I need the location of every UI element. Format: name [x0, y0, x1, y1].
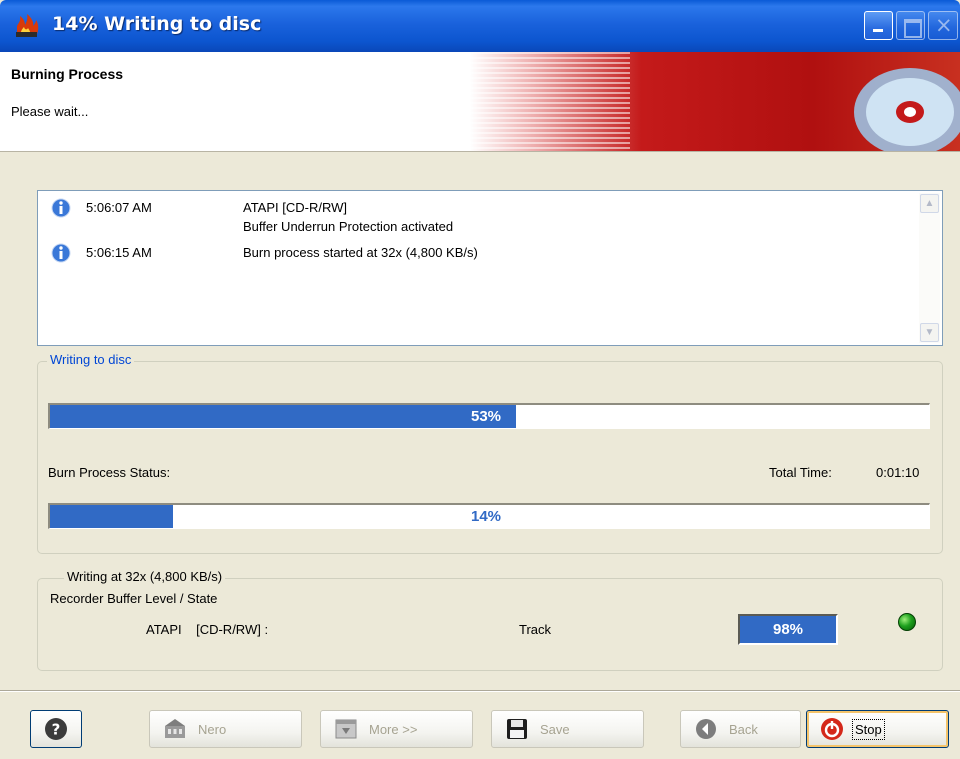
overall-progress-text: 14%: [471, 508, 502, 525]
back-button[interactable]: Back: [680, 710, 801, 748]
save-button[interactable]: Save: [491, 710, 644, 748]
svg-text:?: ?: [52, 721, 61, 739]
back-button-label: Back: [729, 721, 758, 737]
overall-progress-fill: [50, 505, 174, 528]
window-title: 14% Writing to disc: [52, 13, 262, 35]
back-arrow-icon: [696, 719, 716, 739]
nero-flame-icon: [16, 14, 39, 37]
maximize-button[interactable]: [896, 11, 925, 40]
chevron-down-icon: ▼: [924, 327, 935, 338]
stop-button[interactable]: Stop: [806, 710, 949, 748]
list-item[interactable]: 5:06:15 AM Burn process started at 32x (…: [50, 242, 478, 263]
event-log-list[interactable]: 5:06:07 AM ATAPI [CD-R/RW] Buffer Underr…: [37, 190, 943, 346]
track-progress-bar: 53%: [48, 403, 930, 429]
more-button-label: More >>: [369, 721, 418, 737]
scroll-down-button[interactable]: ▼: [920, 323, 939, 342]
title-bar[interactable]: 14% Writing to disc ×: [0, 0, 960, 52]
help-button[interactable]: ?: [30, 710, 82, 748]
info-icon: [51, 243, 71, 263]
more-options-icon: [335, 719, 357, 739]
log-message: Burn process started at 32x (4,800 KB/s): [243, 245, 478, 260]
track-progress-fill: [50, 405, 516, 428]
total-time-label: Total Time:: [769, 465, 832, 480]
close-button[interactable]: ×: [928, 11, 958, 40]
log-detail: Buffer Underrun Protection activated: [243, 219, 454, 234]
more-button[interactable]: More >>: [320, 710, 473, 748]
help-icon: ?: [45, 718, 67, 740]
track-progress-text: 53%: [471, 408, 502, 425]
close-icon: ×: [935, 13, 953, 37]
log-time: 5:06:07 AM: [86, 200, 152, 215]
log-time: 5:06:15 AM: [86, 245, 152, 260]
wizard-header: Burning Process Please wait...: [0, 52, 960, 152]
floppy-disk-icon: [507, 719, 527, 739]
recorder-state: Track: [519, 622, 552, 637]
total-time-value: 0:01:10: [876, 465, 920, 480]
save-button-label: Save: [540, 721, 570, 737]
footer-separator: [0, 690, 960, 692]
nero-button-label: Nero: [198, 721, 227, 737]
stop-button-label: Stop: [852, 718, 885, 740]
cd-disc-icon: [854, 68, 960, 151]
banner-stripes: [470, 52, 630, 151]
recorder-device: ATAPI [CD-R/RW] :: [146, 622, 269, 637]
vertical-scrollbar[interactable]: ▲ ▼: [919, 193, 940, 343]
burn-status-label: Burn Process Status:: [48, 465, 171, 480]
buffer-level-label: Recorder Buffer Level / State: [50, 591, 218, 606]
header-title: Burning Process: [11, 66, 124, 82]
chevron-up-icon: ▲: [924, 198, 935, 209]
recorder-legend: Writing at 32x (4,800 KB/s): [64, 569, 226, 584]
minimize-button[interactable]: [864, 11, 893, 40]
list-item[interactable]: 5:06:07 AM ATAPI [CD-R/RW] Buffer Underr…: [50, 197, 453, 234]
nero-building-icon: [165, 719, 185, 738]
overall-progress-bar: 14%: [48, 503, 930, 529]
info-icon: [51, 198, 71, 218]
header-subtitle: Please wait...: [11, 104, 89, 119]
status-led-icon: [898, 613, 916, 631]
writing-legend: Writing to disc: [47, 352, 135, 367]
buffer-level-meter: 98%: [738, 614, 838, 645]
log-message: ATAPI [CD-R/RW]: [243, 200, 347, 215]
stop-power-icon: [821, 718, 843, 740]
nero-button[interactable]: Nero: [149, 710, 302, 748]
scroll-up-button[interactable]: ▲: [920, 194, 939, 213]
